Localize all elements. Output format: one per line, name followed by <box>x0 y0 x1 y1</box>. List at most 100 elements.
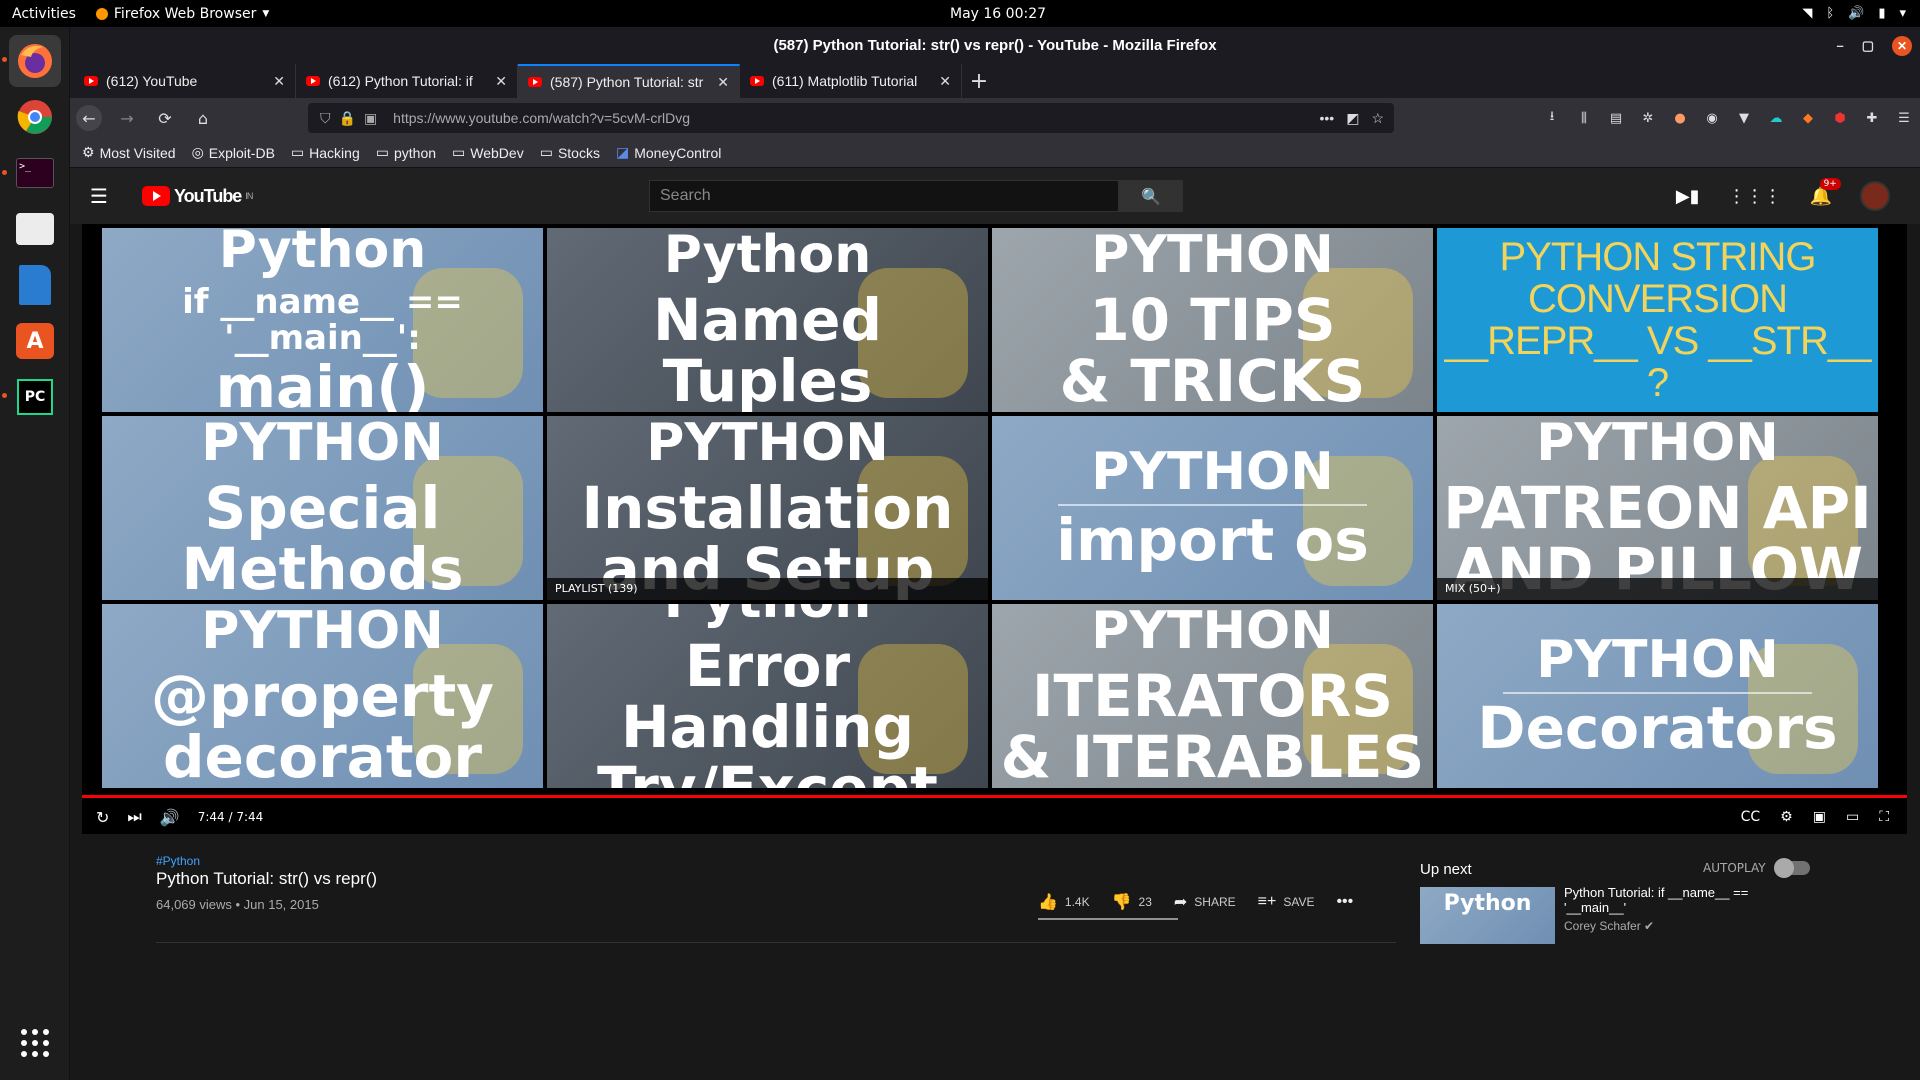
autoplay-control[interactable]: AUTOPLAY <box>1703 858 1810 878</box>
close-tab-icon[interactable]: ✕ <box>939 73 951 90</box>
card-text-line: PATREON API <box>1443 474 1872 543</box>
bookmark-webdev[interactable]: ▭ WebDev <box>452 144 524 161</box>
app-menu[interactable]: Firefox Web Browser ▼ <box>95 6 270 22</box>
pycharm-launcher-icon[interactable]: PC <box>9 371 61 423</box>
autoplay-toggle[interactable] <box>1773 858 1810 878</box>
pocket-icon[interactable]: ◩ <box>1346 110 1359 127</box>
bookmark-stocks[interactable]: ▭ Stocks <box>540 144 600 161</box>
bookmark-python[interactable]: ▭ python <box>376 144 436 161</box>
endscreen-video-card[interactable]: PYTHON 10 TIPS & TRICKS <box>992 228 1433 412</box>
next-video-thumbnail[interactable]: Python <box>1420 887 1555 944</box>
like-button[interactable]: 👍 1.4K <box>1038 892 1090 912</box>
back-button[interactable]: ← <box>76 105 102 131</box>
terminal-launcher-icon[interactable]: >_ <box>9 147 61 199</box>
chevron-down-icon: ▼ <box>262 8 270 19</box>
extension-gear-icon[interactable]: ✲ <box>1638 108 1658 128</box>
lock-icon[interactable]: 🔒 <box>339 110 356 127</box>
extension-color-icon[interactable]: ● <box>1670 108 1690 128</box>
adblock-icon[interactable]: ⬢ <box>1830 108 1850 128</box>
video-player[interactable]: Python if __name__ == '__main__': main() Py… <box>82 224 1907 834</box>
sidebar-icon[interactable]: ▤ <box>1606 108 1626 128</box>
endscreen-video-card[interactable]: PYTHON Installation and Setup PLAYLIST (139… <box>547 416 988 600</box>
close-tab-icon[interactable]: ✕ <box>495 73 507 90</box>
theater-mode-icon[interactable]: ▭ <box>1846 809 1859 825</box>
system-tray[interactable]: ◥ ᛒ 🔊 ▮ ▾ <box>1802 6 1906 21</box>
permissions-icon[interactable]: ▣ <box>364 110 377 127</box>
downloads-icon[interactable]: ⭳ <box>1542 108 1562 128</box>
writer-launcher-icon[interactable] <box>9 259 61 311</box>
guide-menu-icon[interactable]: ☰ <box>90 184 108 208</box>
tracking-shield-icon[interactable]: ⛉ <box>320 110 331 127</box>
tab-youtube-home[interactable]: (612) YouTube ✕ <box>74 64 296 98</box>
hashtag-link[interactable]: #Python <box>156 854 200 868</box>
close-tab-icon[interactable]: ✕ <box>717 74 729 91</box>
extensions-puzzle-icon[interactable]: ✚ <box>1862 108 1882 128</box>
bookmark-most-visited[interactable]: ⚙ Most Visited <box>82 144 176 161</box>
next-video-channel[interactable]: Corey Schafer ✔ <box>1564 919 1654 933</box>
endscreen-video-card[interactable]: Python Error HandlingTry/Except <box>547 604 988 788</box>
extension-fox-icon[interactable]: ◆ <box>1798 108 1818 128</box>
more-actions-button[interactable]: ••• <box>1336 893 1353 911</box>
endscreen-video-card[interactable]: PYTHON PATREON API AND PILLOW MIX (50+) <box>1437 416 1878 600</box>
files-launcher-icon[interactable] <box>9 203 61 255</box>
url-text[interactable]: https://www.youtube.com/watch?v=5cvM-crl… <box>393 110 690 126</box>
fullscreen-icon[interactable]: ⛶ <box>1879 809 1889 825</box>
software-center-icon[interactable]: A <box>9 315 61 367</box>
endscreen-video-card[interactable]: PYTHON import os <box>992 416 1433 600</box>
new-tab-button[interactable]: + <box>962 64 996 98</box>
share-button[interactable]: ➦ SHARE <box>1174 892 1236 912</box>
divider <box>156 942 1396 943</box>
next-video-icon[interactable]: ⏭ <box>127 807 141 827</box>
create-video-icon[interactable]: ▶▮ <box>1676 186 1700 207</box>
save-button[interactable]: ≡+ SAVE <box>1258 893 1315 911</box>
tab-python-if-name[interactable]: (612) Python Tutorial: if ✕ <box>296 64 518 98</box>
reload-button[interactable]: ⟳ <box>152 105 178 131</box>
avatar[interactable] <box>1860 181 1890 211</box>
globe-icon: ◎ <box>191 144 204 160</box>
youtube-logo[interactable]: YouTube IN <box>142 186 253 207</box>
endscreen-video-card[interactable]: Python if __name__ == '__main__': main() <box>102 228 543 412</box>
close-window-icon[interactable]: ✕ <box>1892 35 1912 56</box>
activities-button[interactable]: Activities <box>12 6 76 22</box>
miniplayer-icon[interactable]: ▣ <box>1813 809 1826 825</box>
tab-matplotlib[interactable]: (611) Matplotlib Tutorial ✕ <box>740 64 962 98</box>
search-input[interactable]: Search <box>649 180 1119 212</box>
progress-bar[interactable] <box>82 795 1907 798</box>
notifications-bell-icon[interactable]: 🔔 9+ <box>1810 177 1841 207</box>
bookmark-hacking[interactable]: ▭ Hacking <box>291 144 360 161</box>
forward-button[interactable]: → <box>114 105 140 131</box>
bookmark-exploit-db[interactable]: ◎ Exploit-DB <box>192 144 275 161</box>
apps-grid-icon[interactable]: ⋮⋮⋮ <box>1728 186 1782 207</box>
extension-vpn-icon[interactable]: ▼ <box>1734 108 1754 128</box>
chrome-launcher-icon[interactable] <box>9 91 61 143</box>
hamburger-menu-icon[interactable]: ☰ <box>1894 108 1914 128</box>
firefox-launcher-icon[interactable] <box>9 35 61 87</box>
show-apps-grid-icon[interactable] <box>9 1017 61 1069</box>
home-button[interactable]: ⌂ <box>190 105 216 131</box>
next-video-title[interactable]: Python Tutorial: if __name__ == '__main_… <box>1564 885 1774 916</box>
page-actions-icon[interactable]: ••• <box>1319 110 1334 127</box>
endscreen-video-card[interactable]: PYTHON Decorators <box>1437 604 1878 788</box>
endscreen-video-card[interactable]: Python Named Tuples <box>547 228 988 412</box>
search-button[interactable]: 🔍 <box>1119 180 1183 212</box>
dislike-button[interactable]: 👎 23 <box>1112 892 1152 912</box>
endscreen-video-card[interactable]: PYTHON ITERATORS & ITERABLES <box>992 604 1433 788</box>
extension-cloud-icon[interactable]: ☁ <box>1766 108 1786 128</box>
extension-user-icon[interactable]: ◉ <box>1702 108 1722 128</box>
minimize-icon[interactable]: – <box>1836 38 1843 53</box>
bookmark-star-icon[interactable]: ☆ <box>1371 110 1384 127</box>
captions-icon[interactable]: CC <box>1741 809 1761 825</box>
settings-gear-icon[interactable]: ⚙ <box>1780 809 1793 825</box>
endscreen-video-card[interactable]: PYTHON @property decorator <box>102 604 543 788</box>
volume-icon[interactable]: 🔊 <box>160 808 180 827</box>
bookmark-moneycontrol[interactable]: ◪ MoneyControl <box>616 144 721 161</box>
clock[interactable]: May 16 00:27 <box>950 6 1046 22</box>
replay-icon[interactable]: ↻ <box>96 808 109 827</box>
endscreen-video-card[interactable]: PYTHON Special Methods <box>102 416 543 600</box>
library-icon[interactable]: ⫼ <box>1574 108 1594 128</box>
tab-python-str-repr[interactable]: (587) Python Tutorial: str ✕ <box>518 64 740 98</box>
maximize-icon[interactable]: ▢ <box>1862 38 1874 54</box>
close-tab-icon[interactable]: ✕ <box>273 73 285 90</box>
endscreen-video-card[interactable]: PYTHON STRING CONVERSION __REPR__ VS __ST… <box>1437 228 1878 412</box>
url-bar[interactable]: ⛉ 🔒 ▣ https://www.youtube.com/watch?v=5c… <box>308 103 1394 133</box>
